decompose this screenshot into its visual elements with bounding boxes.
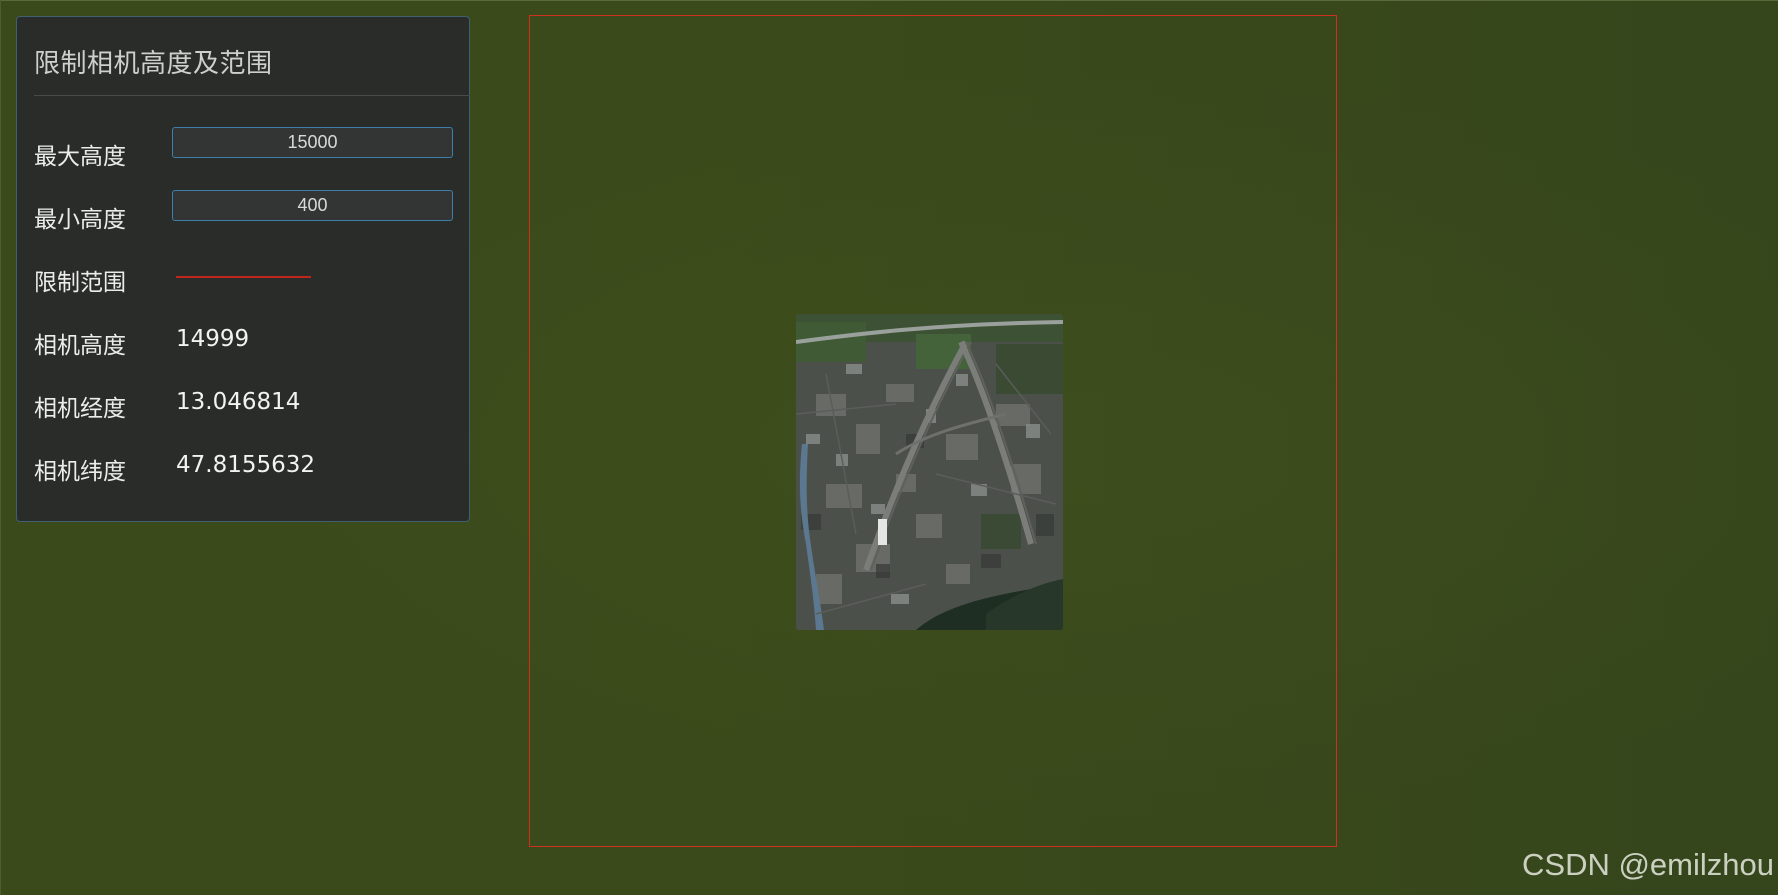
viewport-top-edge — [0, 0, 1778, 1]
panel-title: 限制相机高度及范围 — [34, 49, 273, 79]
camera-latitude-value: 47.8155632 — [176, 452, 316, 478]
camera-longitude-value: 13.046814 — [176, 389, 301, 415]
camera-height-label: 相机高度 — [34, 333, 126, 359]
viewport-left-edge — [0, 0, 1, 895]
min-height-input[interactable] — [172, 190, 453, 221]
min-height-label: 最小高度 — [34, 207, 126, 233]
max-height-label: 最大高度 — [34, 144, 126, 170]
limit-range-color-swatch — [176, 276, 311, 278]
camera-longitude-label: 相机经度 — [34, 396, 126, 422]
camera-latitude-label: 相机纬度 — [34, 459, 126, 485]
watermark: CSDN @emilzhou — [1522, 847, 1774, 882]
panel-divider — [34, 95, 470, 96]
satellite-imagery-tile — [796, 314, 1063, 630]
camera-limit-panel: 限制相机高度及范围 最大高度 最小高度 限制范围 相机高度 14999 相机经度… — [16, 16, 470, 522]
max-height-input[interactable] — [172, 127, 453, 158]
limit-range-label: 限制范围 — [34, 270, 126, 296]
camera-height-value: 14999 — [176, 326, 250, 352]
